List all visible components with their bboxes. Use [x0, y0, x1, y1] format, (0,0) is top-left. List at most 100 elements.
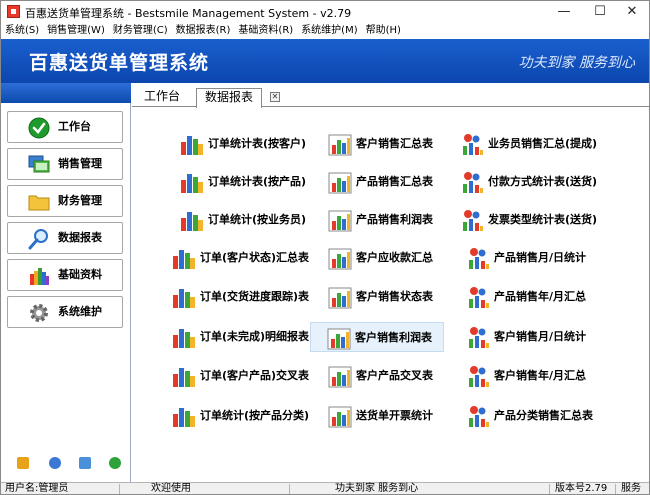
- status-extra: 服务: [621, 483, 641, 494]
- status-welcome: 欢迎使用: [151, 483, 191, 494]
- chart-icon: [328, 172, 352, 194]
- status-version: 版本号2.79: [555, 483, 608, 494]
- menu-basic-data[interactable]: 基础资料(R): [234, 23, 297, 39]
- nav-button-maintenance[interactable]: 系统维护: [7, 296, 123, 328]
- quick-icon-bar: [1, 453, 131, 473]
- report-item[interactable]: 订单(客户状态)汇总表: [172, 243, 322, 273]
- minimize-button[interactable]: —: [547, 1, 581, 23]
- menu-reports[interactable]: 数据报表(R): [172, 23, 235, 39]
- bar-chart-icon: [173, 250, 195, 269]
- key-icon[interactable]: [17, 457, 29, 469]
- menu-sales[interactable]: 销售管理(W): [43, 23, 109, 39]
- users-chart-icon: [463, 134, 483, 155]
- report-item[interactable]: 业务员销售汇总(提成): [460, 129, 610, 159]
- users-chart-icon: [469, 287, 489, 308]
- status-user: 用户名:管理员: [5, 483, 69, 494]
- title-bar: 百惠送货单管理系统 - Bestsmile Management System …: [1, 1, 649, 23]
- tab-workbench[interactable]: 工作台: [136, 88, 188, 107]
- gear-icon: [30, 304, 48, 322]
- report-item[interactable]: 订单统计(按业务员): [180, 205, 330, 235]
- chart-icon: [328, 248, 352, 270]
- report-item[interactable]: 客户销售月/日统计: [466, 322, 616, 352]
- report-item[interactable]: 发票类型统计表(送货): [460, 205, 610, 235]
- report-item[interactable]: 产品分类销售汇总表: [466, 401, 616, 431]
- maximize-button[interactable]: ☐: [583, 1, 617, 23]
- report-item[interactable]: 付款方式统计表(送货): [460, 167, 610, 197]
- nav-button-finance[interactable]: 财务管理: [7, 185, 123, 217]
- nav-button-sales[interactable]: 销售管理: [7, 148, 123, 180]
- report-label: 产品销售月/日统计: [494, 251, 587, 264]
- nav-label: 基础资料: [58, 268, 102, 281]
- color-palette-icon: [30, 268, 49, 285]
- nav-button-reports[interactable]: 数据报表: [7, 222, 123, 254]
- report-item[interactable]: 产品销售利润表: [328, 205, 478, 235]
- report-label: 客户销售月/日统计: [494, 330, 587, 343]
- users-chart-icon: [469, 327, 489, 348]
- report-label: 订单统计(按产品分类): [200, 409, 310, 422]
- nav-label: 系统维护: [58, 305, 102, 318]
- banner-title: 百惠送货单管理系统: [29, 52, 210, 74]
- report-item[interactable]: 订单统计表(按客户): [180, 129, 330, 159]
- report-item[interactable]: 客户销售状态表: [328, 282, 478, 312]
- report-label: 订单统计表(按客户): [208, 137, 307, 150]
- report-label: 客户应收款汇总: [356, 251, 433, 264]
- report-label: 订单(交货进度跟踪)表: [200, 290, 310, 303]
- report-item[interactable]: 产品销售年/月汇总: [466, 282, 616, 312]
- report-label: 客户销售利润表: [355, 331, 432, 344]
- menu-system[interactable]: 系统(S): [1, 23, 43, 39]
- tab-data-reports[interactable]: 数据报表: [196, 88, 263, 108]
- banner-slogan: 功夫到家 服务到心: [518, 55, 635, 71]
- menu-bar: 系统(S) 销售管理(W) 财务管理(C) 数据报表(R) 基础资料(R) 系统维护(M)…: [1, 23, 649, 39]
- menu-finance[interactable]: 财务管理(C): [109, 23, 172, 39]
- close-button[interactable]: ✕: [615, 1, 649, 23]
- application-window: 百惠送货单管理系统 - Bestsmile Management System …: [0, 0, 650, 495]
- app-icon: [7, 5, 20, 18]
- report-item[interactable]: 订单统计(按产品分类): [172, 401, 322, 431]
- report-item[interactable]: 订单统计表(按产品): [180, 167, 330, 197]
- users-chart-icon: [469, 406, 489, 427]
- menu-maintenance[interactable]: 系统维护(M): [297, 23, 361, 39]
- report-item[interactable]: 订单(交货进度跟踪)表: [172, 282, 322, 312]
- report-label: 产品销售年/月汇总: [494, 290, 587, 303]
- chart-icon: [327, 328, 351, 350]
- tab-close-icon[interactable]: ✕: [270, 92, 280, 102]
- report-item[interactable]: 客户产品交叉表: [328, 361, 478, 391]
- status-slogan: 功夫到家 服务到心: [335, 483, 419, 494]
- left-nav-panel: 工作台 销售管理 财务管理 数据报表 基础资料 系统维护: [1, 83, 131, 482]
- header-banner: 百惠送货单管理系统 功夫到家 服务到心: [1, 39, 649, 83]
- report-label: 订单统计(按业务员): [208, 213, 307, 226]
- report-label: 客户销售年/月汇总: [494, 369, 587, 382]
- users-chart-icon: [463, 172, 483, 193]
- chart-icon: [328, 287, 352, 309]
- users-chart-icon: [463, 210, 483, 231]
- nav-label: 销售管理: [58, 157, 102, 170]
- report-label: 产品销售汇总表: [356, 175, 433, 188]
- check-circle-icon: [28, 117, 50, 139]
- window-icon[interactable]: [79, 457, 91, 469]
- report-label: 业务员销售汇总(提成): [488, 137, 598, 150]
- nav-button-workbench[interactable]: 工作台: [7, 111, 123, 143]
- chart-icon: [328, 366, 352, 388]
- report-item[interactable]: 产品销售汇总表: [328, 167, 478, 197]
- nav-button-basic-data[interactable]: 基础资料: [7, 259, 123, 291]
- exit-icon[interactable]: [109, 457, 121, 469]
- report-grid: 订单统计表(按客户) 订单统计表(按产品) 订单统计(按业务员) 订单(客户状态)汇总…: [132, 108, 649, 482]
- report-item[interactable]: 产品销售月/日统计: [466, 243, 616, 273]
- tab-bar: 工作台 数据报表 ✕: [132, 83, 649, 108]
- report-item[interactable]: 客户销售年/月汇总: [466, 361, 616, 391]
- report-item[interactable]: 客户应收款汇总: [328, 243, 478, 273]
- report-item[interactable]: 订单(未完成)明细报表: [172, 322, 322, 352]
- users-chart-icon: [469, 248, 489, 269]
- report-item[interactable]: 客户销售利润表: [310, 322, 444, 352]
- report-item[interactable]: 送货单开票统计: [328, 401, 478, 431]
- nav-label: 财务管理: [58, 194, 102, 207]
- report-label: 付款方式统计表(送货): [488, 175, 598, 188]
- nav-label: 工作台: [58, 120, 91, 133]
- report-label: 产品销售利润表: [356, 213, 433, 226]
- users-chart-icon: [469, 366, 489, 387]
- clock-icon[interactable]: [49, 457, 61, 469]
- report-item[interactable]: 订单(客户产品)交叉表: [172, 361, 322, 391]
- window-title: 百惠送货单管理系统 - Bestsmile Management System …: [25, 7, 352, 20]
- report-item[interactable]: 客户销售汇总表: [328, 129, 478, 159]
- menu-help[interactable]: 帮助(H): [362, 23, 405, 39]
